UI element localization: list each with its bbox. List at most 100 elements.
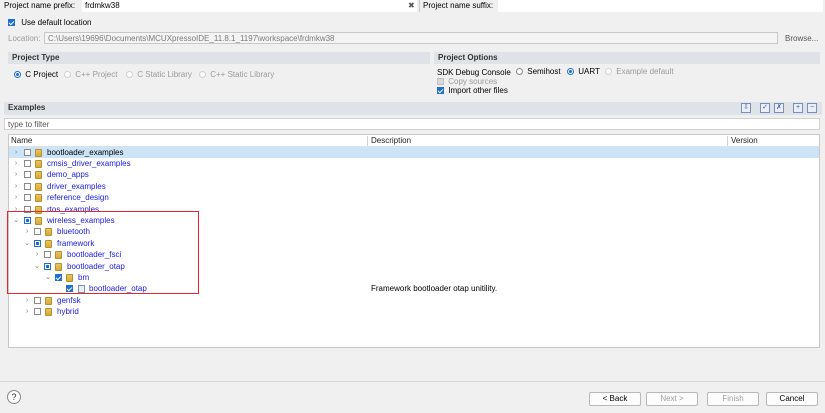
cancel-button[interactable]: Cancel bbox=[766, 392, 818, 406]
tree-row[interactable]: › genfsk bbox=[9, 295, 819, 306]
radio-label: C++ Static Library bbox=[210, 70, 275, 79]
row-name: demo_apps bbox=[47, 170, 89, 179]
highlight-box bbox=[7, 211, 199, 294]
chevron-right-icon[interactable]: › bbox=[13, 181, 19, 192]
import-icon[interactable]: ⇩ bbox=[741, 103, 751, 113]
help-symbol: ? bbox=[11, 392, 17, 402]
radio-c-static-library[interactable]: C Static Library bbox=[126, 70, 192, 79]
checkbox-icon bbox=[24, 149, 31, 157]
browse-button[interactable]: Browse... bbox=[785, 34, 818, 43]
select-all-icon[interactable]: ✓ bbox=[760, 103, 770, 113]
sdk-debug-console-label: SDK Debug Console bbox=[437, 68, 511, 77]
chevron-right-icon[interactable]: › bbox=[24, 295, 30, 306]
checkbox-icon bbox=[24, 194, 31, 202]
location-input[interactable]: C:\Users\19696\Documents\MCUXpressoIDE_1… bbox=[44, 32, 778, 44]
row-name: cmsis_driver_examples bbox=[47, 159, 131, 168]
radio-icon bbox=[199, 71, 206, 79]
row-checkbox[interactable] bbox=[24, 169, 31, 180]
radio-icon bbox=[64, 71, 71, 79]
suffix-input[interactable] bbox=[498, 0, 823, 12]
copy-sources-label: Copy sources bbox=[448, 77, 498, 86]
prefix-input[interactable]: frdmkw38 bbox=[82, 0, 417, 12]
column-header-name[interactable]: Name bbox=[11, 135, 32, 146]
row-checkbox[interactable] bbox=[24, 181, 31, 192]
project-type-header: Project Type bbox=[8, 52, 430, 64]
chevron-right-icon[interactable]: › bbox=[13, 147, 19, 158]
checkbox-icon bbox=[8, 19, 15, 27]
import-other-files-label: Import other files bbox=[448, 86, 508, 95]
tree-row[interactable]: › driver_examples bbox=[9, 181, 819, 192]
copy-sources-checkbox[interactable]: Copy sources bbox=[437, 77, 497, 86]
filter-placeholder: type to filter bbox=[8, 120, 50, 129]
radio-label: C Static Library bbox=[137, 70, 192, 79]
radio-cpp-project[interactable]: C++ Project bbox=[64, 70, 117, 79]
checkbox-icon bbox=[437, 87, 444, 95]
tree-row[interactable]: › reference_design bbox=[9, 192, 819, 203]
prefix-label: Project name prefix: bbox=[4, 1, 76, 10]
expand-all-icon[interactable]: + bbox=[793, 103, 803, 113]
deselect-all-icon[interactable]: ✗ bbox=[774, 103, 784, 113]
column-divider bbox=[367, 136, 368, 146]
radio-cpp-static-library[interactable]: C++ Static Library bbox=[199, 70, 274, 79]
filter-input[interactable]: type to filter bbox=[4, 118, 820, 130]
radio-c-project[interactable]: C Project bbox=[14, 70, 58, 79]
row-checkbox[interactable] bbox=[24, 192, 31, 203]
chevron-right-icon[interactable]: › bbox=[24, 306, 30, 317]
folder-icon bbox=[45, 306, 52, 317]
use-default-location-label: Use default location bbox=[21, 18, 92, 27]
row-name: hybrid bbox=[57, 307, 79, 316]
column-divider bbox=[727, 136, 728, 146]
folder-icon bbox=[35, 169, 42, 180]
checkbox-icon bbox=[24, 160, 31, 168]
clear-icon[interactable]: ✖ bbox=[408, 1, 415, 10]
tree-row[interactable]: › hybrid bbox=[9, 306, 819, 317]
location-value: C:\Users\19696\Documents\MCUXpressoIDE_1… bbox=[48, 34, 335, 43]
next-button[interactable]: Next > bbox=[646, 392, 698, 406]
help-icon[interactable]: ? bbox=[7, 390, 21, 404]
row-description: Framework bootloader otap unitility. bbox=[371, 284, 498, 293]
row-checkbox[interactable] bbox=[34, 306, 41, 317]
tree-row[interactable]: › cmsis_driver_examples bbox=[9, 158, 819, 169]
radio-label: C++ Project bbox=[75, 70, 118, 79]
suffix-label: Project name suffix: bbox=[423, 1, 494, 10]
tree-row[interactable]: › bootloader_examples bbox=[9, 147, 819, 158]
row-checkbox[interactable] bbox=[24, 158, 31, 169]
row-name: driver_examples bbox=[47, 182, 106, 191]
chevron-right-icon[interactable]: › bbox=[13, 169, 19, 180]
row-checkbox[interactable] bbox=[34, 295, 41, 306]
folder-icon bbox=[35, 192, 42, 203]
tree-row[interactable]: › demo_apps bbox=[9, 169, 819, 180]
radio-icon bbox=[516, 68, 523, 76]
radio-label: C Project bbox=[25, 70, 59, 79]
chevron-right-icon[interactable]: › bbox=[13, 158, 19, 169]
collapse-all-icon[interactable]: − bbox=[807, 103, 817, 113]
folder-icon bbox=[45, 295, 52, 306]
prefix-value: frdmkw38 bbox=[85, 1, 120, 10]
examples-header: Examples bbox=[4, 102, 822, 115]
folder-icon bbox=[35, 158, 42, 169]
checkbox-icon bbox=[34, 308, 41, 316]
row-name: genfsk bbox=[57, 296, 81, 305]
chevron-right-icon[interactable]: › bbox=[13, 192, 19, 203]
folder-icon bbox=[35, 181, 42, 192]
import-other-files-checkbox[interactable]: Import other files bbox=[437, 86, 508, 95]
use-default-location-checkbox[interactable]: Use default location bbox=[8, 18, 92, 27]
radio-icon bbox=[126, 71, 133, 79]
radio-icon bbox=[567, 68, 574, 76]
radio-semihost[interactable]: Semihost bbox=[516, 67, 561, 76]
row-checkbox[interactable] bbox=[24, 147, 31, 158]
radio-icon bbox=[605, 68, 612, 76]
back-button[interactable]: < Back bbox=[589, 392, 641, 406]
location-label: Location: bbox=[8, 34, 41, 43]
radio-label: UART bbox=[578, 67, 600, 76]
checkbox-icon bbox=[24, 171, 31, 179]
row-name: bootloader_examples bbox=[47, 148, 124, 157]
column-header-description[interactable]: Description bbox=[371, 135, 411, 146]
bottom-divider bbox=[0, 381, 825, 382]
folder-icon bbox=[35, 147, 42, 158]
radio-uart[interactable]: UART bbox=[567, 67, 600, 76]
finish-button[interactable]: Finish bbox=[707, 392, 759, 406]
checkbox-icon bbox=[34, 297, 41, 305]
column-header-version[interactable]: Version bbox=[731, 135, 758, 146]
radio-example-default[interactable]: Example default bbox=[605, 67, 674, 76]
